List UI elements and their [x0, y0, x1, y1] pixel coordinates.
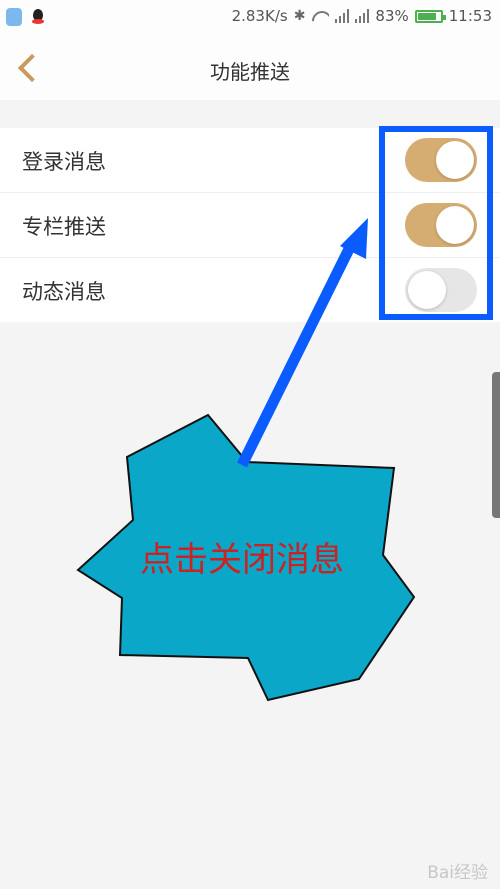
arrow-shaft	[237, 242, 356, 468]
callout-text: 点击关闭消息	[140, 540, 344, 580]
watermark: Bai经验	[427, 863, 488, 883]
highlight-box	[379, 126, 493, 320]
edge-scroll-handle[interactable]	[492, 372, 500, 518]
